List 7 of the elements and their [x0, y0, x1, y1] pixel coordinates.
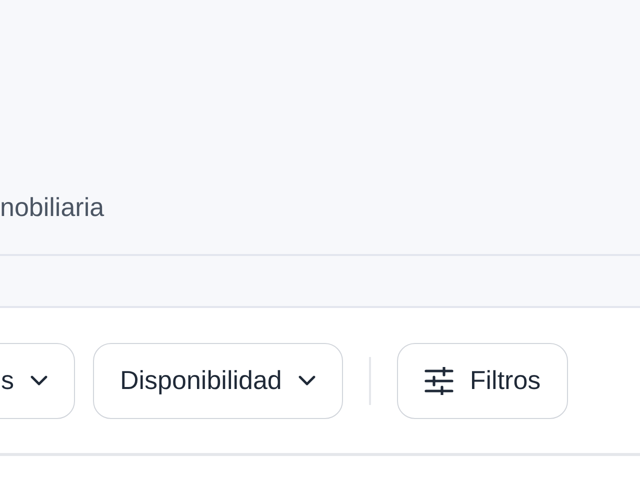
- sliders-icon: [424, 366, 454, 394]
- dropdown-button[interactable]: Disponibilidad: [93, 342, 343, 418]
- filters-button[interactable]: Filtros: [396, 342, 568, 418]
- subtitle-text: nobiliaria: [0, 192, 104, 222]
- chevron-down-icon: [298, 374, 316, 386]
- dropdown-button[interactable]: s: [0, 342, 75, 418]
- chevron-down-icon: [30, 374, 48, 386]
